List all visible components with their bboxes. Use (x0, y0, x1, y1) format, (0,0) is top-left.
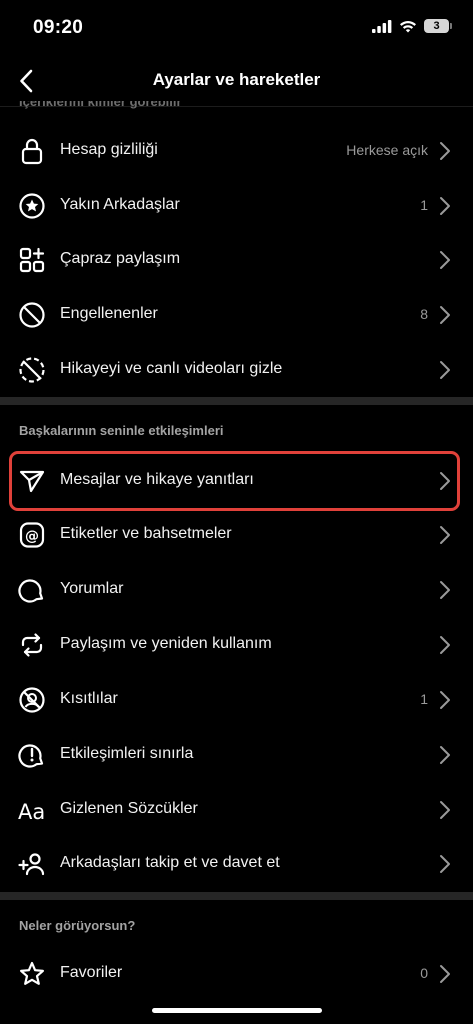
chevron-right-icon (439, 800, 451, 820)
svg-text:Aa: Aa (18, 800, 45, 824)
row-label: Yorumlar (60, 580, 124, 597)
row-label: Yakın Arkadaşlar (60, 196, 180, 213)
apps-plus-icon (18, 246, 46, 274)
row-value: Herkese açık (346, 142, 428, 158)
text-aa-icon: Aa (18, 796, 46, 824)
chevron-right-icon (439, 141, 451, 161)
row-label: Favoriler (60, 964, 123, 981)
section-divider (0, 397, 473, 405)
chevron-right-icon (439, 964, 451, 984)
row-label: Etkileşimleri sınırla (60, 745, 194, 762)
row-value: 1 (420, 197, 428, 213)
chevron-right-icon (439, 635, 451, 655)
row-sharing-reuse[interactable]: Paylaşım ve yeniden kullanım (0, 618, 473, 672)
row-hidden-words[interactable]: Aa Gizlenen Sözcükler (0, 783, 473, 837)
lock-icon (18, 137, 46, 165)
row-follow-invite[interactable]: Arkadaşları takip et ve davet et (0, 837, 473, 891)
chevron-right-icon (439, 745, 451, 765)
page-title: Ayarlar ve hareketler (152, 70, 321, 89)
highlight-box (9, 451, 460, 511)
row-limit-interactions[interactable]: Etkileşimleri sınırla (0, 728, 473, 782)
chevron-right-icon (439, 690, 451, 710)
row-label: Engellenenler (60, 305, 158, 322)
row-value: 0 (420, 965, 428, 981)
star-icon (18, 960, 46, 988)
row-label: Kısıtlılar (60, 690, 118, 707)
decorative-dot (368, 380, 375, 387)
row-label: Çapraz paylaşım (60, 250, 181, 267)
chevron-right-icon (439, 305, 451, 325)
section-title-what-you-see: Neler görüyorsun? (19, 918, 136, 933)
row-label: Hikayeyi ve canlı videoları gizle (60, 360, 283, 377)
row-value: 8 (420, 306, 428, 322)
status-time: 09:20 (33, 17, 84, 38)
hide-story-icon (18, 356, 46, 384)
repost-icon (18, 631, 46, 659)
row-restricted[interactable]: Kısıtlılar 1 (0, 673, 473, 727)
star-circle-icon (18, 192, 46, 220)
comment-bubble-icon (18, 576, 46, 604)
at-sign-icon: @ (18, 521, 46, 549)
chevron-right-icon (439, 360, 451, 380)
add-person-icon (18, 850, 46, 878)
row-account-privacy[interactable]: Hesap gizliliği Herkese açık (0, 124, 473, 178)
chevron-right-icon (439, 250, 451, 270)
row-favorites[interactable]: Favoriler 0 (0, 947, 473, 1001)
battery-icon: 3 (424, 19, 452, 33)
row-label: Arkadaşları takip et ve davet et (60, 854, 280, 871)
row-label: Gizlenen Sözcükler (60, 800, 198, 817)
section-title-interactions: Başkalarının seninle etkileşimleri (19, 423, 224, 438)
row-tags-mentions[interactable]: @ Etiketler ve bahsetmeler (0, 508, 473, 562)
wifi-icon (399, 20, 417, 33)
chevron-right-icon (439, 854, 451, 874)
chevron-right-icon (439, 580, 451, 600)
blocked-icon (18, 301, 46, 329)
row-comments[interactable]: Yorumlar (0, 563, 473, 617)
svg-text:@: @ (25, 529, 39, 545)
status-icons: 3 (372, 19, 452, 33)
row-label: Paylaşım ve yeniden kullanım (60, 635, 272, 652)
restricted-icon (18, 686, 46, 714)
row-label: Hesap gizliliği (60, 141, 158, 158)
status-bar: 09:20 3 (0, 0, 473, 56)
chevron-right-icon (439, 525, 451, 545)
section-divider (0, 892, 473, 900)
exclamation-bubble-icon (18, 741, 46, 769)
row-close-friends[interactable]: Yakın Arkadaşlar 1 (0, 179, 473, 233)
row-value: 1 (420, 691, 428, 707)
chevron-right-icon (439, 196, 451, 216)
cellular-signal-icon (372, 19, 392, 33)
home-indicator[interactable] (152, 1008, 322, 1013)
row-cross-sharing[interactable]: Çapraz paylaşım (0, 233, 473, 287)
row-label: Etiketler ve bahsetmeler (60, 525, 232, 542)
row-hide-story[interactable]: Hikayeyi ve canlı videoları gizle (0, 343, 473, 397)
row-blocked[interactable]: Engellenenler 8 (0, 288, 473, 342)
navigation-bar: Ayarlar ve hareketler (0, 56, 473, 107)
